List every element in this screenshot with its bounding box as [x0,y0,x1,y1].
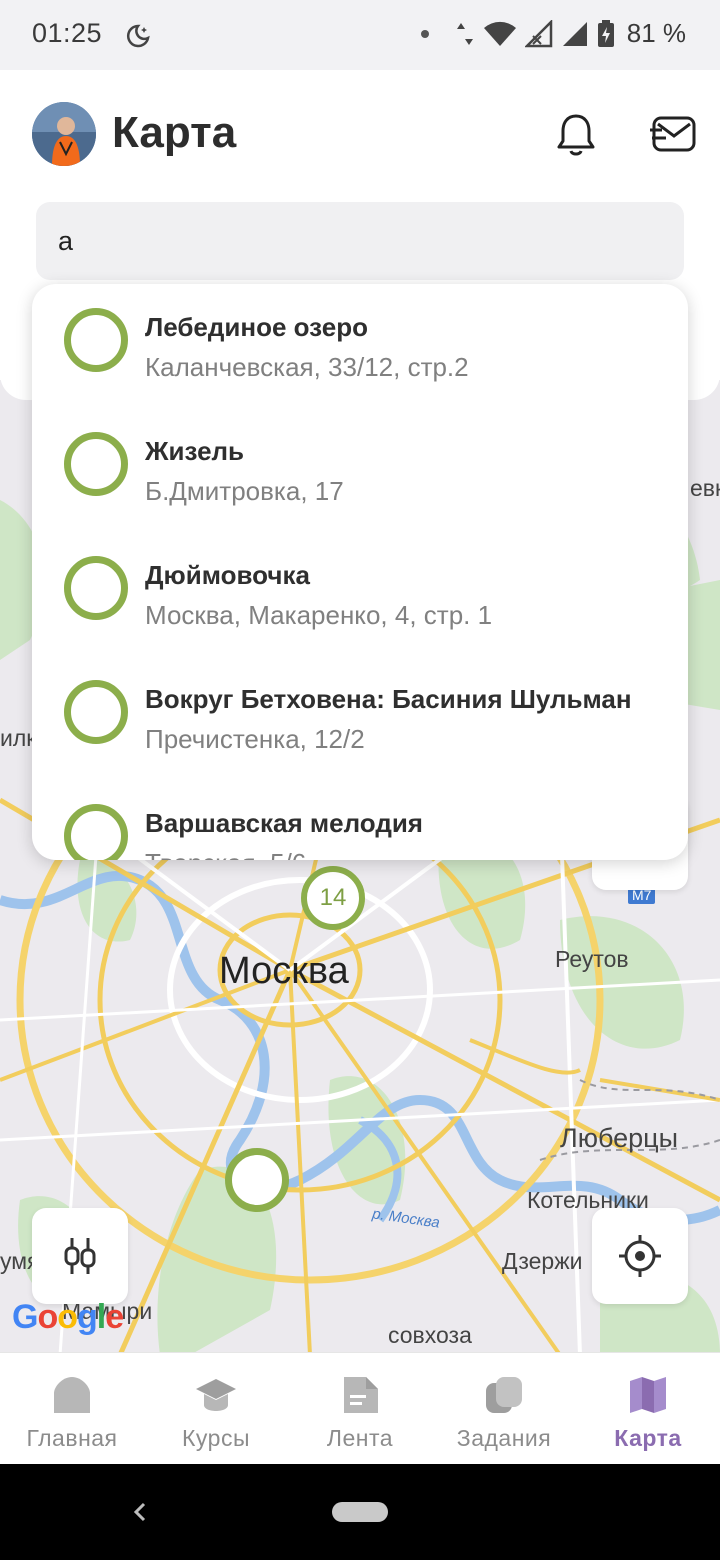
map-label-sovkhoz: совхоза [388,1322,472,1348]
suggestion-title: Жизель [145,436,245,466]
location-ring-icon [64,804,128,860]
nav-label-feed: Лента [326,1425,394,1451]
map-label-edge-left-1: илк [0,725,37,751]
location-ring-icon [64,556,128,620]
map-label-reutov: Реутов [555,946,629,972]
nav-item-feed[interactable]: Лента [288,1353,432,1465]
suggestion-title: Лебединое озеро [145,312,368,342]
map-label-edge-right: евк [690,475,720,501]
nav-label-courses: Курсы [182,1425,250,1451]
nav-label-home: Главная [26,1425,118,1451]
crosshair-location-icon [619,1235,661,1277]
bottom-navigation: Главная Курсы Лента Задания Карта [0,1352,720,1464]
nav-label-map: Карта [614,1425,682,1451]
suggestion-item[interactable]: Лебединое озеро Каланчевская, 33/12, стр… [32,284,688,408]
suggestion-title: Варшавская мелодия [145,808,423,838]
search-input[interactable] [58,225,662,257]
map-label-dzerzhinsky: Дзержи [502,1248,583,1274]
wifi-icon [483,21,516,46]
search-suggestions-dropdown: Лебединое озеро Каланчевская, 33/12, стр… [32,284,688,860]
suggestion-address: Тверская, 5/6 [145,848,306,860]
bell-icon[interactable] [552,110,600,158]
tasks-icon [486,1377,522,1413]
nav-item-map[interactable]: Карта [576,1353,720,1465]
status-bar: 01:25 81 % [0,0,720,70]
back-icon[interactable] [130,1498,150,1526]
status-indicators: 81 % [420,18,686,49]
battery-percent: 81 % [626,18,686,48]
search-field[interactable] [36,202,684,280]
filter-button[interactable] [32,1208,128,1304]
location-ring-icon [64,432,128,496]
suggestion-item[interactable]: Варшавская мелодия Тверская, 5/6 [32,780,688,860]
avatar[interactable] [32,102,96,166]
status-time: 01:25 [32,18,103,48]
data-arrows-icon [456,22,473,45]
graduation-cap-icon [196,1379,236,1411]
google-logo: Google [12,1298,124,1336]
nav-item-courses[interactable]: Курсы [144,1353,288,1465]
suggestion-title: Вокруг Бетховена: Басиния Шульман [145,684,632,714]
suggestion-item[interactable]: Вокруг Бетховена: Басиния Шульман Пречис… [32,656,688,780]
map-label-lyubertsy: Люберцы [560,1123,679,1153]
suggestion-address: Б.Дмитровка, 17 [145,476,344,506]
suggestion-address: Москва, Макаренко, 4, стр. 1 [145,600,493,630]
nav-label-tasks: Задания [456,1425,552,1451]
nav-item-home[interactable]: Главная [0,1353,144,1465]
nav-item-tasks[interactable]: Задания [432,1353,576,1465]
signal-icon [524,19,552,47]
map-label-moscow: Москва [219,950,349,992]
suggestion-title: Дюймовочка [145,560,310,590]
map-icon [630,1377,666,1413]
map-location-marker[interactable] [225,1148,289,1212]
page-title: Карта [112,108,237,157]
location-ring-icon [64,680,128,744]
suggestion-item[interactable]: Жизель Б.Дмитровка, 17 [32,408,688,532]
filter-sliders-icon [64,1238,96,1274]
signal-icon-2 [562,21,587,46]
notification-dot-icon [420,29,429,38]
suggestion-item[interactable]: Дюймовочка Москва, Макаренко, 4, стр. 1 [32,532,688,656]
avatar-photo-icon [32,102,96,166]
my-location-button[interactable] [592,1208,688,1304]
suggestion-address: Пречистенка, 12/2 [145,724,365,754]
map-cluster-marker[interactable]: 14 [301,866,365,930]
location-ring-icon [64,308,128,372]
system-navigation-bar [0,1464,720,1560]
home-pill-button[interactable] [332,1502,388,1522]
suggestion-address: Каланчевская, 33/12, стр.2 [145,352,469,382]
home-icon [54,1377,90,1413]
battery-icon [597,19,614,47]
document-icon [344,1377,378,1413]
message-envelope-icon[interactable] [648,110,698,158]
do-not-disturb-moon-icon [126,24,150,48]
